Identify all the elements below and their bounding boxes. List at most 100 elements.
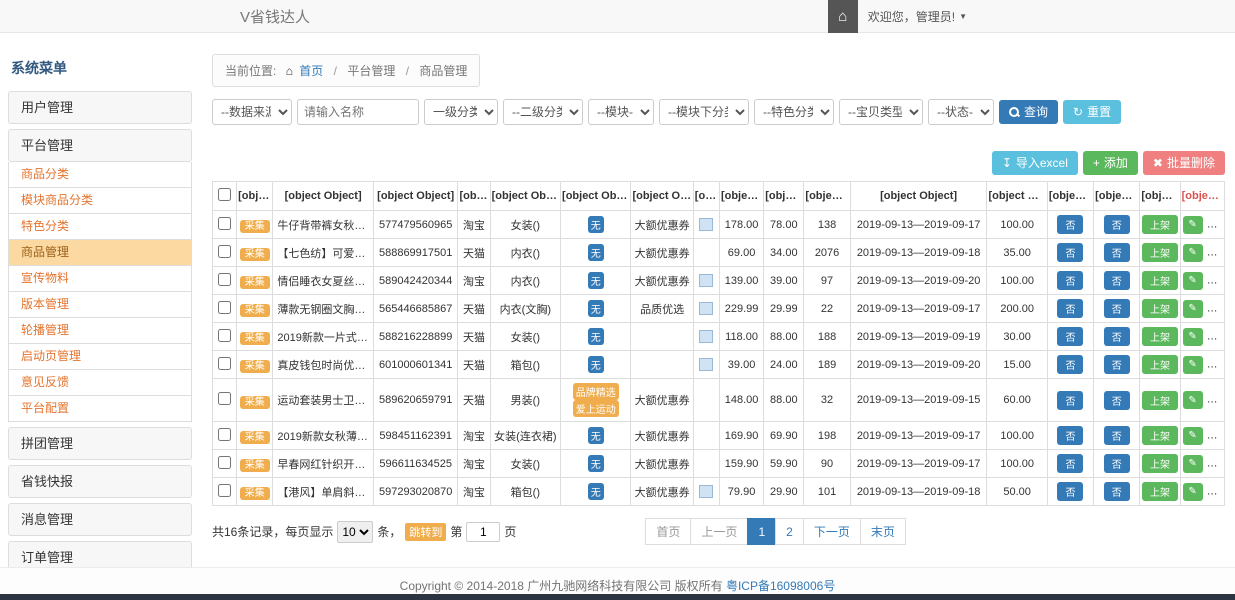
row-checkbox[interactable] (218, 456, 231, 469)
status-button[interactable]: 上架 (1142, 215, 1178, 234)
data-source-select[interactable]: --数据来源-- (212, 99, 292, 125)
status-button[interactable]: 上架 (1142, 327, 1178, 346)
import-select-toggle[interactable]: 否 (1057, 327, 1083, 346)
import-select-toggle[interactable]: 否 (1057, 215, 1083, 234)
page-button[interactable]: 上一页 (690, 518, 748, 545)
breadcrumb-home-link[interactable]: 首页 (299, 64, 323, 78)
sidebar-item[interactable]: 消息管理 (8, 503, 192, 536)
must-buy-toggle[interactable]: 否 (1104, 271, 1130, 290)
level2-category-select[interactable]: --二级分类-- (503, 99, 583, 125)
icp-link[interactable]: 粤ICP备16098006号 (726, 579, 835, 593)
delete-button[interactable]: ✖ (1208, 272, 1225, 290)
row-checkbox[interactable] (218, 428, 231, 441)
page-button[interactable]: 2 (775, 518, 804, 545)
edit-button[interactable]: ✎ (1183, 244, 1203, 262)
name-search-input[interactable] (297, 99, 419, 125)
delete-button[interactable]: ✖ (1208, 483, 1225, 501)
import-select-toggle[interactable]: 否 (1057, 243, 1083, 262)
sidebar-item[interactable]: 平台管理 (8, 129, 192, 162)
status-button[interactable]: 上架 (1142, 299, 1178, 318)
user-menu[interactable]: 欢迎您，管理员! ▼ (858, 8, 977, 25)
delete-button[interactable]: ✖ (1208, 455, 1225, 473)
row-checkbox[interactable] (218, 301, 231, 314)
sidebar-item[interactable]: 省钱快报 (8, 465, 192, 498)
sidebar-item[interactable]: 特色分类 (8, 214, 192, 240)
edit-button[interactable]: ✎ (1183, 272, 1203, 290)
row-checkbox[interactable] (218, 484, 231, 497)
import-select-toggle[interactable]: 否 (1057, 355, 1083, 374)
must-buy-toggle[interactable]: 否 (1104, 299, 1130, 318)
status-button[interactable]: 上架 (1142, 482, 1178, 501)
add-button[interactable]: + 添加 (1083, 151, 1138, 175)
row-checkbox[interactable] (218, 245, 231, 258)
must-buy-toggle[interactable]: 否 (1104, 454, 1130, 473)
feature-category-select[interactable]: --特色分类-- (754, 99, 834, 125)
sidebar-item[interactable]: 轮播管理 (8, 318, 192, 344)
home-button[interactable]: ⌂ (828, 0, 858, 33)
sidebar-item[interactable]: 商品分类 (8, 162, 192, 188)
row-checkbox[interactable] (218, 217, 231, 230)
delete-button[interactable]: ✖ (1208, 328, 1225, 346)
status-button[interactable]: 上架 (1142, 243, 1178, 262)
page-button[interactable]: 首页 (645, 518, 691, 545)
edit-button[interactable]: ✎ (1183, 216, 1203, 234)
import-select-toggle[interactable]: 否 (1057, 454, 1083, 473)
row-checkbox[interactable] (218, 357, 231, 370)
status-button[interactable]: 上架 (1142, 454, 1178, 473)
search-button[interactable]: 查询 (999, 100, 1058, 124)
status-button[interactable]: 上架 (1142, 391, 1178, 410)
sidebar-item[interactable]: 启动页管理 (8, 344, 192, 370)
status-select[interactable]: --状态-- (928, 99, 994, 125)
module-subcategory-select[interactable]: --模块下分类-- (659, 99, 749, 125)
sidebar-item[interactable]: 版本管理 (8, 292, 192, 318)
row-checkbox[interactable] (218, 329, 231, 342)
import-excel-button[interactable]: ↧ 导入excel (992, 151, 1078, 175)
row-checkbox[interactable] (218, 273, 231, 286)
import-select-toggle[interactable]: 否 (1057, 299, 1083, 318)
import-select-toggle[interactable]: 否 (1057, 482, 1083, 501)
status-button[interactable]: 上架 (1142, 271, 1178, 290)
import-select-toggle[interactable]: 否 (1057, 426, 1083, 445)
edit-button[interactable]: ✎ (1183, 427, 1203, 445)
delete-button[interactable]: ✖ (1208, 216, 1225, 234)
import-select-toggle[interactable]: 否 (1057, 391, 1083, 410)
row-checkbox[interactable] (218, 392, 231, 405)
edit-button[interactable]: ✎ (1183, 300, 1203, 318)
edit-button[interactable]: ✎ (1183, 391, 1203, 409)
import-select-toggle[interactable]: 否 (1057, 271, 1083, 290)
edit-button[interactable]: ✎ (1183, 328, 1203, 346)
edit-button[interactable]: ✎ (1183, 455, 1203, 473)
page-button[interactable]: 1 (747, 518, 776, 545)
module-select[interactable]: --模块-- (588, 99, 654, 125)
per-page-select[interactable]: 10 (337, 521, 373, 543)
must-buy-toggle[interactable]: 否 (1104, 215, 1130, 234)
must-buy-toggle[interactable]: 否 (1104, 243, 1130, 262)
delete-button[interactable]: ✖ (1208, 427, 1225, 445)
delete-button[interactable]: ✖ (1208, 391, 1225, 409)
sidebar-item[interactable]: 平台配置 (8, 396, 192, 422)
must-buy-toggle[interactable]: 否 (1104, 426, 1130, 445)
delete-button[interactable]: ✖ (1208, 300, 1225, 318)
page-button[interactable]: 下一页 (803, 518, 861, 545)
item-type-select[interactable]: --宝贝类型-- (839, 99, 923, 125)
sidebar-item[interactable]: 模块商品分类 (8, 188, 192, 214)
reset-button[interactable]: ↻ 重置 (1063, 100, 1121, 124)
sidebar-item[interactable]: 意见反馈 (8, 370, 192, 396)
must-buy-toggle[interactable]: 否 (1104, 327, 1130, 346)
edit-button[interactable]: ✎ (1183, 356, 1203, 374)
sidebar-item[interactable]: 用户管理 (8, 91, 192, 124)
must-buy-toggle[interactable]: 否 (1104, 482, 1130, 501)
status-button[interactable]: 上架 (1142, 355, 1178, 374)
page-button[interactable]: 末页 (860, 518, 906, 545)
sidebar-item[interactable]: 拼团管理 (8, 427, 192, 460)
delete-button[interactable]: ✖ (1208, 244, 1225, 262)
batch-delete-button[interactable]: ✖ 批量删除 (1143, 151, 1225, 175)
page-number-input[interactable] (466, 522, 500, 542)
must-buy-toggle[interactable]: 否 (1104, 391, 1130, 410)
sidebar-item[interactable]: 商品管理 (8, 240, 192, 266)
must-buy-toggle[interactable]: 否 (1104, 355, 1130, 374)
edit-button[interactable]: ✎ (1183, 483, 1203, 501)
select-all-checkbox[interactable] (218, 188, 231, 201)
sidebar-item[interactable]: 宣传物料 (8, 266, 192, 292)
delete-button[interactable]: ✖ (1208, 356, 1225, 374)
